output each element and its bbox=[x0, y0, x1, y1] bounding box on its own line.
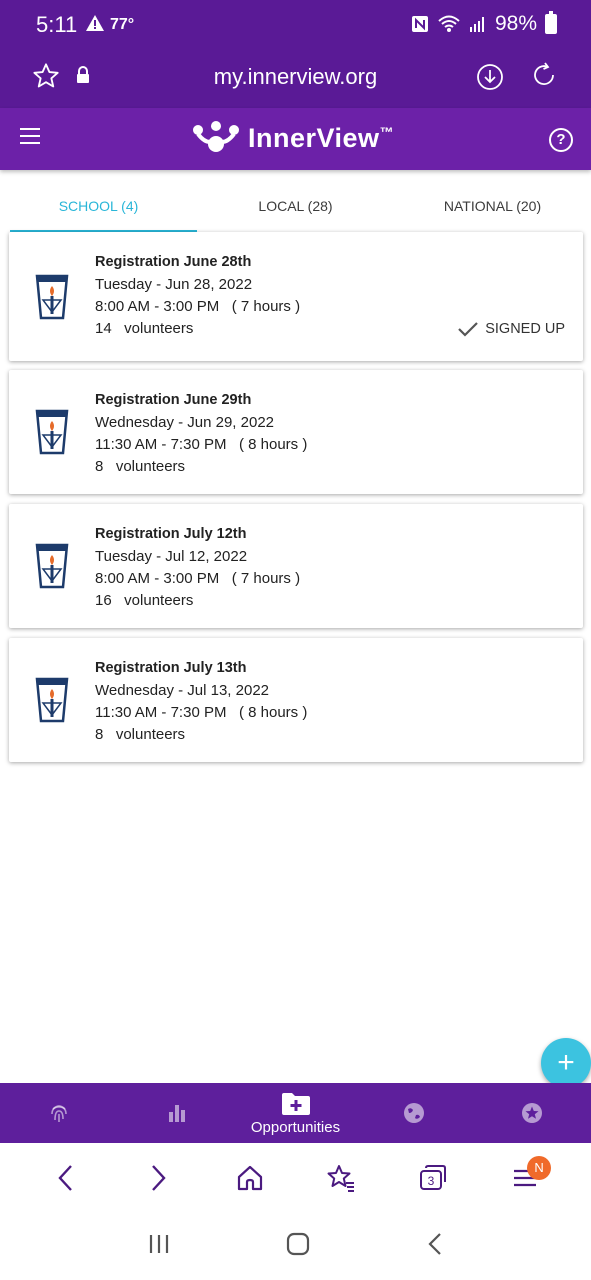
checkmark-icon bbox=[458, 322, 479, 337]
card-date: Tuesday - Jun 28, 2022 bbox=[95, 276, 253, 293]
opportunity-card[interactable]: Registration July 12th Tuesday - Jul 12,… bbox=[9, 504, 583, 628]
recent-apps-button[interactable] bbox=[147, 1233, 171, 1260]
card-title: Registration July 12th bbox=[95, 526, 247, 542]
card-title: Registration June 29th bbox=[95, 392, 252, 408]
back-arrow-icon bbox=[428, 1233, 441, 1255]
chevron-right-icon bbox=[151, 1165, 166, 1191]
warning-icon bbox=[86, 15, 104, 36]
logo-wordmark: InnerView bbox=[248, 122, 380, 153]
card-time: 8:00 AM - 3:00 PM ( 7 hours ) bbox=[95, 570, 301, 587]
nhs-emblem-icon bbox=[31, 675, 73, 730]
status-time: 5:11 bbox=[36, 12, 78, 37]
tab-school[interactable]: SCHOOL (4) bbox=[0, 170, 197, 232]
forward-button[interactable] bbox=[138, 1158, 178, 1198]
card-time: 11:30 AM - 7:30 PM ( 8 hours ) bbox=[95, 436, 308, 453]
status-temperature: 77° bbox=[110, 16, 135, 33]
status-icons: 98% bbox=[411, 11, 557, 36]
home-button[interactable] bbox=[230, 1158, 270, 1198]
card-time: 8:00 AM - 3:00 PM ( 7 hours ) bbox=[95, 298, 301, 315]
opportunity-card[interactable]: Registration June 29th Wednesday - Jun 2… bbox=[9, 370, 583, 494]
folder-plus-icon bbox=[281, 1092, 310, 1115]
signal-icon bbox=[469, 17, 484, 32]
chevron-left-icon bbox=[58, 1165, 72, 1191]
star-list-icon bbox=[327, 1165, 355, 1192]
recent-apps-icon bbox=[150, 1235, 169, 1253]
back-button[interactable] bbox=[46, 1158, 86, 1198]
menu-button[interactable]: N bbox=[505, 1156, 552, 1198]
status-label: SIGNED UP bbox=[485, 321, 565, 337]
category-tabs: SCHOOL (4) LOCAL (28) NATIONAL (20) bbox=[0, 170, 591, 232]
bottom-navigation: Opportunities bbox=[0, 1083, 591, 1143]
tabs-count: 3 bbox=[428, 1174, 435, 1188]
card-volunteers: 16 volunteers bbox=[95, 592, 194, 609]
reload-icon[interactable] bbox=[529, 60, 559, 95]
home-square-icon bbox=[287, 1232, 310, 1256]
nav-stats[interactable] bbox=[118, 1083, 236, 1143]
system-home-button[interactable] bbox=[285, 1231, 311, 1262]
home-icon bbox=[237, 1165, 262, 1191]
card-volunteers: 8 volunteers bbox=[95, 458, 186, 475]
nav-global[interactable] bbox=[355, 1083, 473, 1143]
globe-icon bbox=[403, 1103, 424, 1123]
nav-favorites[interactable] bbox=[473, 1083, 591, 1143]
fingerprint-icon bbox=[51, 1105, 67, 1122]
card-details: Registration June 28th Tuesday - Jun 28,… bbox=[95, 254, 300, 342]
nhs-emblem-icon bbox=[31, 272, 73, 327]
innerview-logo: InnerView™ bbox=[192, 120, 394, 156]
status-bar: 5:11 77° 98% bbox=[0, 0, 591, 52]
app-header: InnerView™ ? bbox=[0, 108, 591, 170]
browser-toolbar: 3 N bbox=[0, 1143, 591, 1213]
system-back-button[interactable] bbox=[426, 1231, 444, 1262]
opportunity-card[interactable]: Registration July 13th Wednesday - Jul 1… bbox=[9, 638, 583, 762]
battery-icon bbox=[545, 11, 557, 34]
nhs-emblem-icon bbox=[31, 407, 73, 462]
browser-url-bar: my.innerview.org bbox=[0, 52, 591, 108]
opportunity-card[interactable]: Registration June 28th Tuesday - Jun 28,… bbox=[9, 232, 583, 361]
bar-chart-icon bbox=[169, 1105, 186, 1122]
card-details: Registration July 12th Tuesday - Jul 12,… bbox=[95, 526, 300, 614]
tab-local[interactable]: LOCAL (28) bbox=[197, 170, 394, 232]
nhs-emblem-icon bbox=[31, 541, 73, 596]
card-title: Registration June 28th bbox=[95, 254, 252, 270]
card-volunteers: 14 volunteers bbox=[95, 320, 194, 337]
download-icon[interactable] bbox=[475, 62, 505, 97]
wifi-icon bbox=[438, 15, 460, 32]
card-details: Registration June 29th Wednesday - Jun 2… bbox=[95, 392, 307, 480]
star-badge-icon bbox=[521, 1103, 542, 1123]
system-navigation bbox=[0, 1213, 591, 1280]
add-opportunity-button[interactable]: + bbox=[541, 1038, 591, 1088]
nav-fingerprint[interactable] bbox=[0, 1083, 118, 1143]
nav-opportunities[interactable]: Opportunities bbox=[236, 1083, 354, 1143]
card-date: Wednesday - Jun 29, 2022 bbox=[95, 414, 275, 431]
card-title: Registration July 13th bbox=[95, 660, 247, 676]
notification-badge: N bbox=[527, 1156, 552, 1180]
logo-text: InnerView™ bbox=[248, 123, 394, 154]
logo-trademark: ™ bbox=[379, 123, 395, 140]
card-volunteers: 8 volunteers bbox=[95, 726, 186, 743]
signed-up-status: SIGNED UP bbox=[457, 320, 565, 338]
nav-opportunities-label: Opportunities bbox=[250, 1118, 341, 1136]
card-time: 11:30 AM - 7:30 PM ( 8 hours ) bbox=[95, 704, 308, 721]
nfc-icon bbox=[411, 16, 428, 32]
card-details: Registration July 13th Wednesday - Jul 1… bbox=[95, 660, 307, 748]
bookmarks-button[interactable] bbox=[321, 1158, 361, 1198]
tabs-icon: 3 bbox=[420, 1165, 447, 1190]
tabs-button[interactable]: 3 bbox=[413, 1158, 453, 1198]
help-icon[interactable]: ? bbox=[549, 128, 573, 152]
innerview-logo-icon bbox=[193, 121, 239, 152]
battery-percent: 98% bbox=[494, 12, 537, 35]
hamburger-menu-icon[interactable] bbox=[20, 128, 40, 148]
card-date: Tuesday - Jul 12, 2022 bbox=[95, 548, 248, 565]
tab-national[interactable]: NATIONAL (20) bbox=[394, 170, 591, 232]
card-date: Wednesday - Jul 13, 2022 bbox=[95, 682, 270, 699]
